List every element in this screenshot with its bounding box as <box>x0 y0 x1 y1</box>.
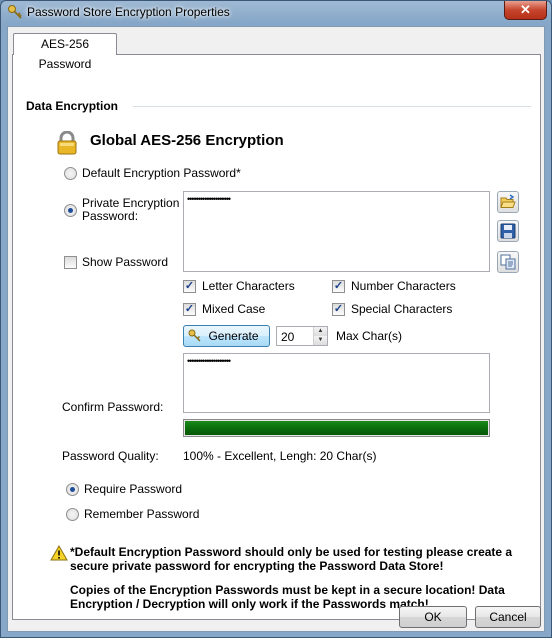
private-password-label-line2[interactable]: Password: <box>82 209 138 223</box>
lock-icon <box>57 131 77 155</box>
remember-password-radio[interactable] <box>66 508 79 521</box>
mixed-case-checkbox[interactable]: ✓ <box>183 303 196 316</box>
ok-button[interactable]: OK <box>399 606 467 628</box>
quality-bar-fill <box>185 421 488 435</box>
stepper-up-icon[interactable]: ▲ <box>314 327 327 336</box>
password-quality-label: Password Quality: <box>62 449 159 463</box>
window-title: Password Store Encryption Properties <box>27 5 230 19</box>
show-password-checkbox[interactable] <box>64 256 77 269</box>
warning-icon <box>50 545 68 561</box>
client-area: AES-256 Password Data Encryption Global … <box>7 26 545 632</box>
tab-page: Data Encryption Global AES-256 Encryptio… <box>12 54 541 620</box>
password-quality-text: 100% - Excellent, Lengh: 20 Char(s) <box>183 449 377 463</box>
note-line-2: secure private password for encrypting t… <box>70 559 444 573</box>
open-folder-icon <box>500 194 516 208</box>
close-button[interactable]: ✕ <box>504 1 547 20</box>
letter-characters-checkbox[interactable]: ✓ <box>183 280 196 293</box>
special-characters-label[interactable]: Special Characters <box>351 302 452 316</box>
number-characters-checkbox[interactable]: ✓ <box>332 280 345 293</box>
confirm-value: •••••••••••••••••••• <box>187 356 231 366</box>
number-characters-label[interactable]: Number Characters <box>351 279 456 293</box>
tab-aes-256-password[interactable]: AES-256 Password <box>13 33 117 71</box>
private-password-input[interactable]: •••••••••••••••••••• <box>183 191 490 272</box>
confirm-password-input[interactable]: •••••••••••••••••••• <box>183 353 490 413</box>
copy-button[interactable] <box>497 251 519 273</box>
mixed-case-label[interactable]: Mixed Case <box>202 302 265 316</box>
copy-icon <box>500 254 516 270</box>
stepper-arrows[interactable]: ▲ ▼ <box>313 327 327 345</box>
password-value: •••••••••••••••••••• <box>187 194 231 204</box>
key-app-icon <box>8 5 22 19</box>
remember-password-label[interactable]: Remember Password <box>84 507 199 521</box>
key-icon <box>188 329 201 342</box>
require-password-label[interactable]: Require Password <box>84 482 182 496</box>
cancel-label: Cancel <box>489 610 527 624</box>
confirm-password-label: Confirm Password: <box>62 400 164 414</box>
open-button[interactable] <box>497 191 519 213</box>
private-password-label-line1[interactable]: Private Encryption <box>82 196 179 210</box>
default-password-label[interactable]: Default Encryption Password* <box>82 166 241 180</box>
letter-characters-label[interactable]: Letter Characters <box>202 279 295 293</box>
ok-label: OK <box>424 610 442 624</box>
max-chars-stepper[interactable]: 20 ▲ ▼ <box>276 326 328 346</box>
save-button[interactable] <box>497 220 519 242</box>
close-icon: ✕ <box>520 2 531 17</box>
max-chars-label: Max Char(s) <box>336 329 403 343</box>
tab-label: AES-256 Password <box>38 37 92 71</box>
cancel-button[interactable]: Cancel <box>475 606 541 628</box>
dialog-window: Password Store Encryption Properties ✕ A… <box>0 0 552 638</box>
special-characters-checkbox[interactable]: ✓ <box>332 303 345 316</box>
generate-label: Generate <box>208 329 259 343</box>
save-icon <box>500 223 516 239</box>
stepper-down-icon[interactable]: ▼ <box>314 336 327 345</box>
show-password-label[interactable]: Show Password <box>82 255 168 269</box>
require-password-radio[interactable] <box>66 483 79 496</box>
max-chars-value: 20 <box>281 330 295 344</box>
section-divider <box>133 106 531 107</box>
default-password-radio[interactable] <box>64 167 77 180</box>
title-bar[interactable]: Password Store Encryption Properties ✕ <box>1 1 551 25</box>
note-line-1: *Default Encryption Password should only… <box>70 545 513 559</box>
generate-button[interactable]: Generate <box>183 325 270 347</box>
note-line-3: Copies of the Encryption Passwords must … <box>70 583 505 597</box>
section-title: Data Encryption <box>26 99 119 113</box>
password-quality-bar <box>183 419 490 437</box>
private-password-radio[interactable] <box>64 204 77 217</box>
encryption-heading: Global AES-256 Encryption <box>90 132 284 149</box>
